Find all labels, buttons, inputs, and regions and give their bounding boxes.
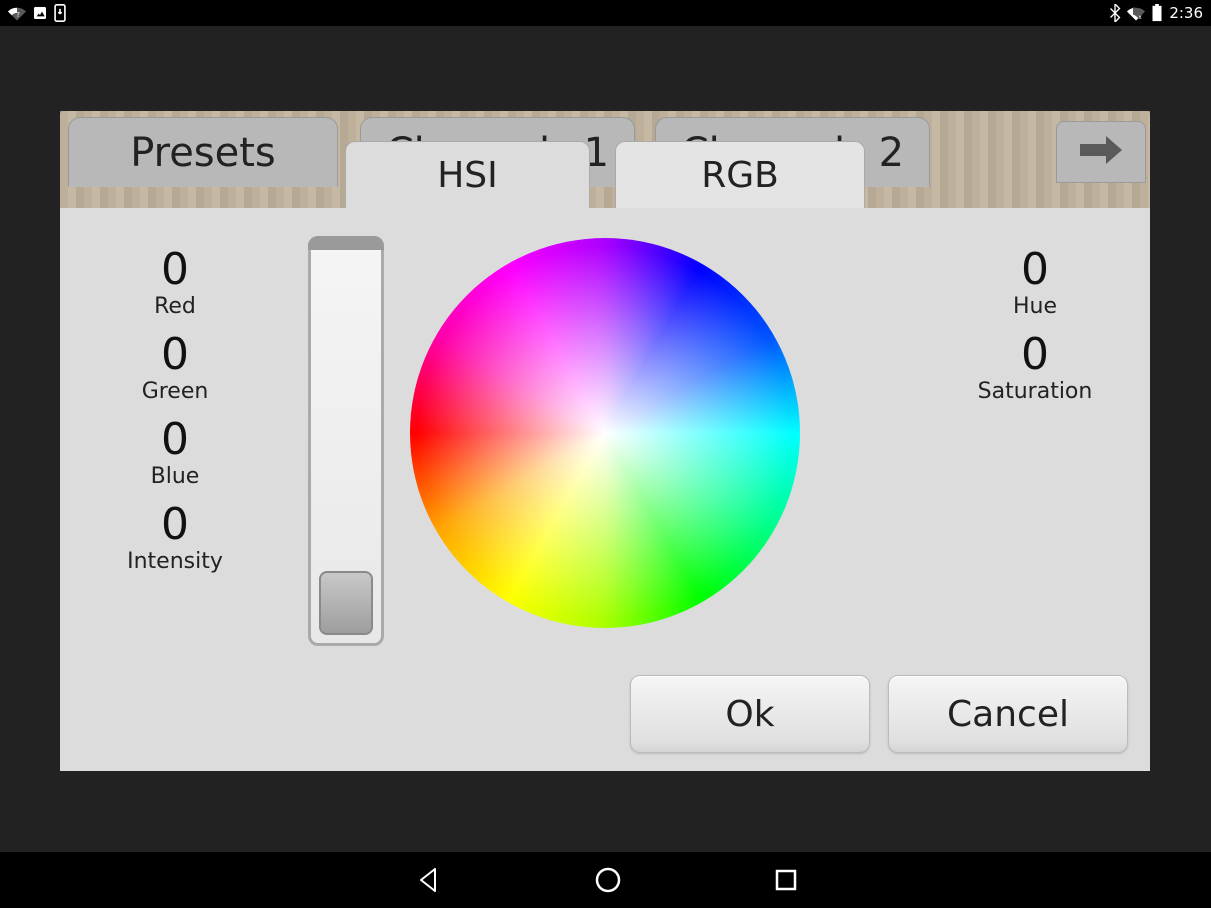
subtab-hsi-label: HSI xyxy=(437,155,498,196)
readout-saturation: 0 Saturation xyxy=(950,333,1120,404)
nav-home-icon[interactable] xyxy=(593,865,623,895)
svg-text:?: ? xyxy=(16,11,20,19)
tab-row: Presets Channels 1 Channels 2 RGB HSI xyxy=(60,111,1150,208)
readout-hue: 0 Hue xyxy=(950,248,1120,319)
readout-red: 0 Red xyxy=(100,248,250,319)
app-background: Presets Channels 1 Channels 2 RGB HSI xyxy=(0,26,1211,852)
color-wheel[interactable] xyxy=(410,238,800,628)
readout-hue-value: 0 xyxy=(950,248,1120,292)
readout-blue: 0 Blue xyxy=(100,418,250,489)
subtab-hsi[interactable]: HSI xyxy=(345,141,590,208)
readout-green: 0 Green xyxy=(100,333,250,404)
readout-blue-label: Blue xyxy=(100,464,250,489)
readout-hue-label: Hue xyxy=(950,294,1120,319)
tab-presets[interactable]: Presets xyxy=(68,117,338,187)
tab-next-arrow[interactable] xyxy=(1056,121,1146,183)
wifi-icon: x xyxy=(1127,5,1145,21)
intensity-slider[interactable] xyxy=(308,236,384,646)
color-picker-panel: Presets Channels 1 Channels 2 RGB HSI xyxy=(60,111,1150,771)
subtab-rgb[interactable]: RGB xyxy=(615,141,865,208)
readout-red-value: 0 xyxy=(100,248,250,292)
picker-content: 0 Red 0 Green 0 Blue 0 Intensity xyxy=(60,208,1150,771)
readout-intensity-value: 0 xyxy=(100,503,250,547)
subtab-rgb-label: RGB xyxy=(701,155,779,196)
readout-green-value: 0 xyxy=(100,333,250,377)
nav-back-icon[interactable] xyxy=(413,865,443,895)
readout-intensity-label: Intensity xyxy=(100,549,250,574)
readout-blue-value: 0 xyxy=(100,418,250,462)
device-icon xyxy=(54,4,66,22)
readouts-hsi: 0 Hue 0 Saturation xyxy=(950,248,1120,418)
readout-green-label: Green xyxy=(100,379,250,404)
readout-saturation-value: 0 xyxy=(950,333,1120,377)
bluetooth-icon xyxy=(1109,4,1121,22)
cancel-button[interactable]: Cancel xyxy=(888,675,1128,753)
tab-presets-label: Presets xyxy=(130,130,276,176)
clock-text: 2:36 xyxy=(1169,4,1203,22)
slider-thumb[interactable] xyxy=(319,571,373,635)
readout-intensity: 0 Intensity xyxy=(100,503,250,574)
readouts-rgb: 0 Red 0 Green 0 Blue 0 Intensity xyxy=(100,248,250,588)
ok-button[interactable]: Ok xyxy=(630,675,870,753)
android-nav-bar xyxy=(0,852,1211,908)
svg-text:x: x xyxy=(1139,14,1143,21)
slider-cap xyxy=(308,236,384,250)
battery-icon xyxy=(1151,4,1163,22)
android-status-bar: ? x 2:36 xyxy=(0,0,1211,26)
nav-recent-icon[interactable] xyxy=(773,867,799,893)
arrow-right-icon xyxy=(1076,132,1126,172)
image-icon xyxy=(32,5,48,21)
wifi-unknown-icon: ? xyxy=(8,5,26,21)
readout-saturation-label: Saturation xyxy=(950,379,1120,404)
ok-button-label: Ok xyxy=(725,694,774,735)
readout-red-label: Red xyxy=(100,294,250,319)
cancel-button-label: Cancel xyxy=(947,694,1069,735)
